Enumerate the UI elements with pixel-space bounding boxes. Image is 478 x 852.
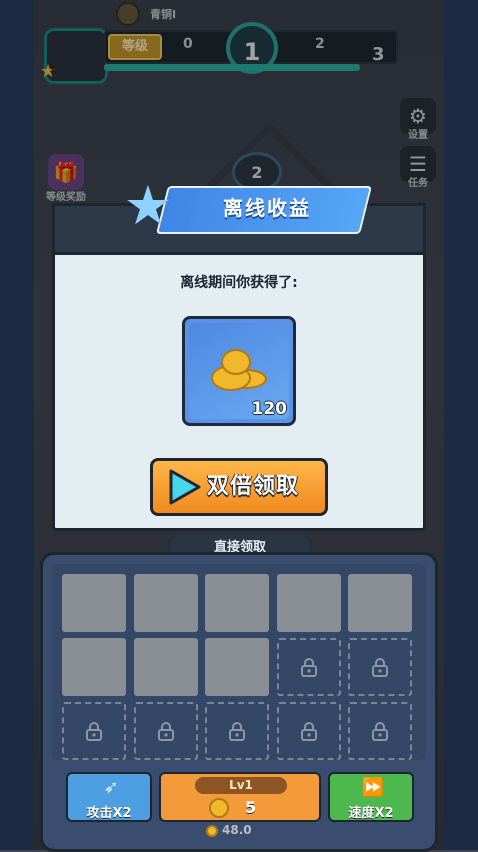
grid-slot[interactable] (62, 574, 126, 632)
lock-icon (300, 722, 317, 741)
lock-icon (229, 722, 245, 741)
lock-icon (86, 722, 102, 741)
locked-slot[interactable] (276, 638, 341, 696)
grid-slot[interactable] (348, 574, 412, 632)
grid-slot[interactable] (62, 638, 126, 696)
reward-amount: 120 (251, 399, 288, 419)
locked-slot[interactable] (205, 702, 269, 760)
coins-icon (207, 347, 277, 397)
summon-cost: 5 (245, 798, 257, 817)
grid-slot[interactable] (133, 638, 198, 696)
grid-cells (62, 574, 422, 770)
locked-slot[interactable] (133, 702, 198, 760)
speed-boost-button[interactable]: ⏩ 速度X2 (328, 772, 414, 822)
reward-card: 120 (182, 316, 296, 426)
dialog-subtitle: 离线期间你获得了: (180, 275, 298, 291)
gold-total: 48.0 (222, 823, 252, 837)
attack-boost-label: 攻击X2 (86, 806, 132, 821)
lock-icon (300, 658, 317, 677)
locked-slot[interactable] (276, 702, 341, 760)
lock-icon (372, 722, 388, 741)
dialog-title: 离线收益 (223, 196, 311, 220)
coin-icon (209, 798, 229, 818)
attack-boost-button[interactable]: ➶ 攻击X2 (66, 772, 152, 822)
fast-forward-icon: ⏩ (361, 777, 385, 798)
locked-slot[interactable] (348, 702, 412, 760)
summon-button[interactable]: Lv1 5 (159, 772, 321, 822)
play-icon (169, 469, 201, 505)
double-claim-button[interactable]: 双倍领取 (150, 458, 328, 516)
grid-slot[interactable] (133, 574, 198, 632)
locked-slot[interactable] (62, 702, 126, 760)
grid-slot[interactable] (205, 638, 269, 696)
double-claim-label: 双倍领取 (207, 474, 300, 499)
lock-icon (157, 722, 174, 741)
wing-icon: ➶ (103, 777, 119, 798)
speed-boost-label: 速度X2 (348, 806, 394, 821)
grid-slot[interactable] (205, 574, 269, 632)
coin-icon (206, 825, 218, 837)
lock-icon (372, 658, 388, 677)
summon-level: Lv1 (195, 777, 287, 794)
grid-slot[interactable] (276, 574, 341, 632)
locked-slot[interactable] (348, 638, 412, 696)
